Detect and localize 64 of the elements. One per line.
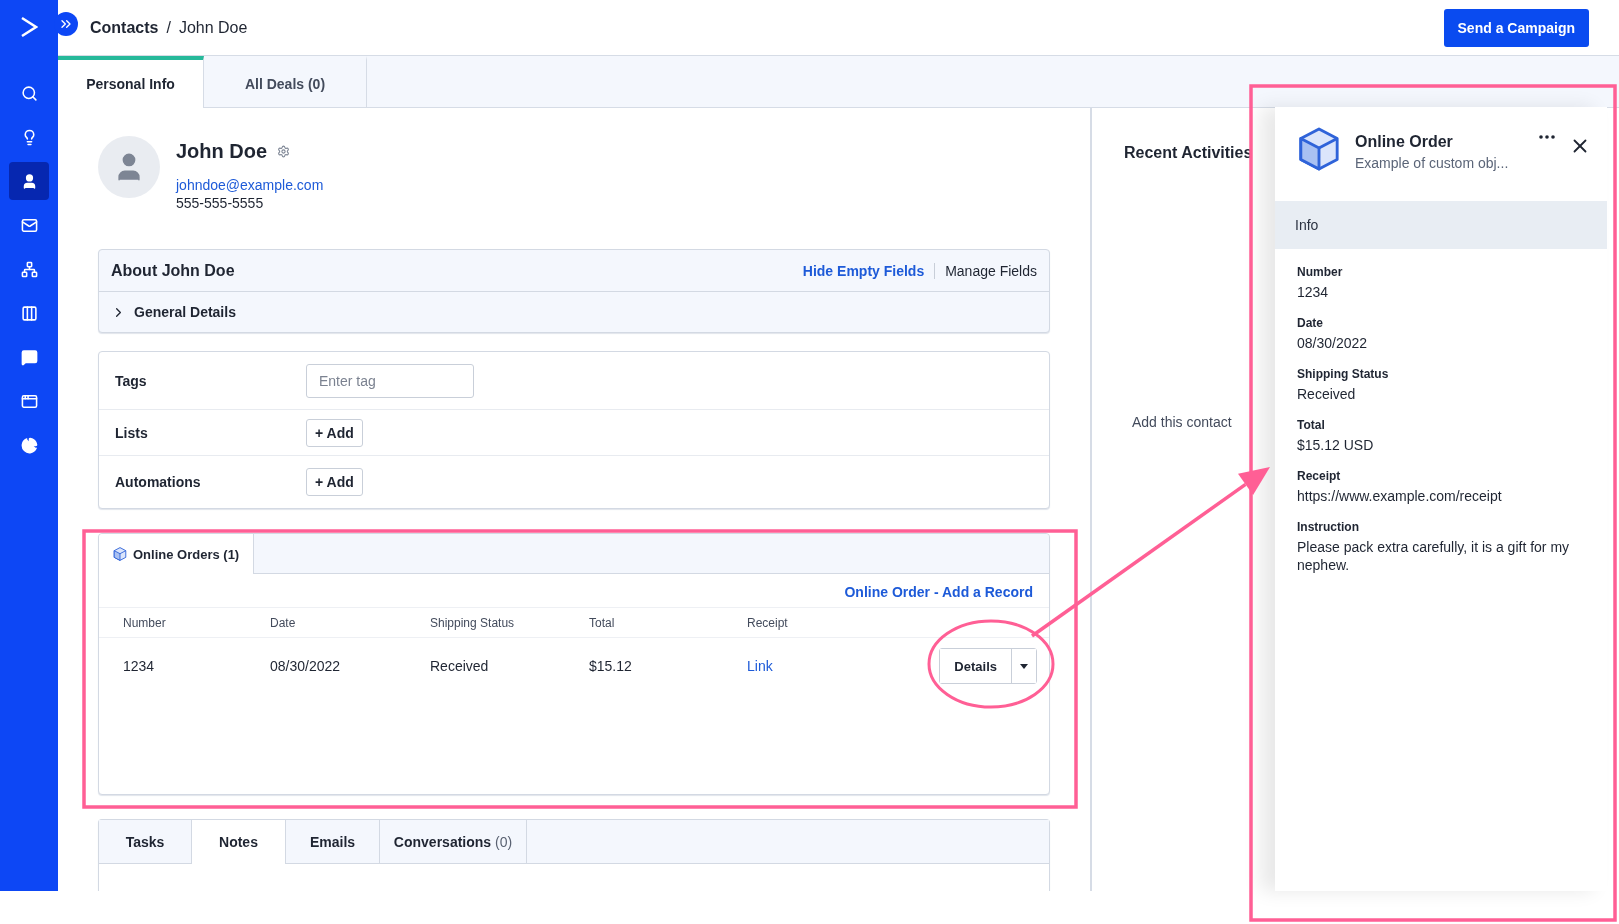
drawer-title: Online Order [1355,133,1454,151]
breadcrumb-link[interactable]: Contacts [90,18,159,37]
more-icon [1539,135,1555,139]
field-value: Please pack extra carefully, it is a gift for my nephew. [1297,538,1571,574]
field-value: https://www.example.com/receipt [1297,487,1503,505]
column-header: Receipt [747,615,789,630]
table-cell-text: $15.12 [589,658,633,674]
field-label: Total [1297,418,1326,432]
field-label: Receipt [1297,469,1342,483]
section-title: Recent Activities [1124,144,1253,162]
object-tab[interactable]: Online Orders (1) [99,534,255,574]
field-label: Lists [115,424,149,441]
field-value: Received [1297,385,1357,403]
field-label: Number [1297,265,1344,279]
settings-icon[interactable] [277,145,291,158]
field-label: Automations [115,474,202,490]
hierarchy-icon [20,260,38,278]
mail-icon [20,216,38,234]
section-header: Info [1275,201,1607,249]
caret-icon [1020,663,1028,669]
cube-icon [1297,127,1341,171]
nav-item[interactable] [9,162,49,200]
empty-state-text: Add this contact [1132,414,1232,430]
search-icon [20,84,38,102]
send-campaign-button[interactable]: Send a Campaign [1443,8,1589,47]
add-record-link[interactable]: Online Order - Add a Record [844,584,1033,607]
field-value: $15.12 USD [1297,436,1375,454]
logo-icon [20,16,38,38]
column-header: Date [270,615,297,630]
columns-icon [20,304,38,322]
more-button[interactable] [1539,135,1555,139]
table-cell-text: 08/30/2022 [270,658,342,674]
add-button[interactable]: + Add [306,418,363,447]
pie-chart-icon [20,436,38,454]
column-header: Shipping Status [430,615,516,630]
window-icon [20,392,38,410]
receipt-link[interactable]: Link [747,658,773,674]
column-header: Total [589,615,616,630]
table-cell-text: 1234 [123,658,156,674]
field-action-link[interactable]: Manage Fields [945,262,1037,279]
drawer-subtitle: Example of custom obj... [1355,155,1510,171]
breadcrumb-current: John Doe [178,18,248,37]
tab[interactable]: Personal Info [58,56,204,108]
add-button[interactable]: + Add [306,468,363,496]
tag-input[interactable]: Enter tag [306,363,474,398]
field-value: 1234 [1297,283,1330,301]
breadcrumb-separator: / [166,18,171,37]
field-label: Tags [115,372,148,389]
field-label: Shipping Status [1297,367,1390,381]
tab[interactable]: Notes [192,820,286,864]
phone-number: 555-555-5555 [176,195,265,211]
field-label: Date [1297,316,1324,330]
details-button[interactable]: Details [940,649,1012,683]
column-header: Number [123,615,167,630]
cube-icon [113,547,127,561]
section-toggle[interactable]: General Details [99,292,248,332]
chat-icon [20,348,38,366]
field-label: Instruction [1297,520,1360,534]
field-value: 08/30/2022 [1297,334,1369,352]
table-cell-text: Received [430,658,490,674]
card-title: About John Doe [111,261,235,280]
field-action-link[interactable]: Hide Empty Fields [802,262,925,279]
contact-name: John Doe [176,140,268,163]
email-link[interactable]: johndoe@example.com [176,177,324,193]
